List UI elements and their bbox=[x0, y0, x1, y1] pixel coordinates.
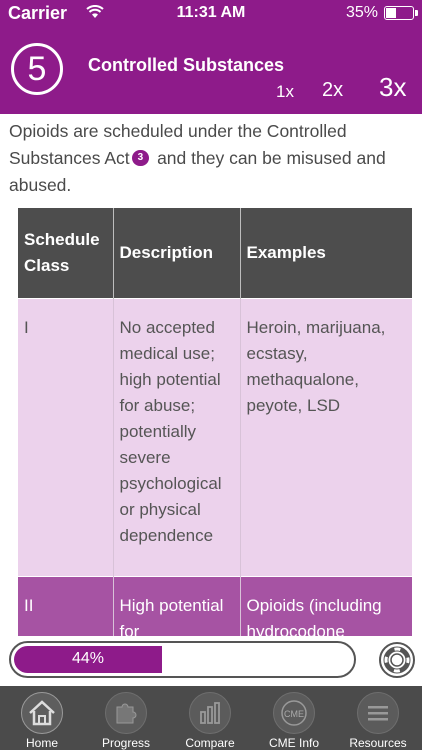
tab-resources[interactable]: Resources bbox=[336, 686, 420, 750]
cell-examples: Heroin, marijuana, ecstasy, methaqualone… bbox=[240, 297, 412, 576]
menu-icon bbox=[357, 692, 399, 734]
cell-examples: Opioids (including hydrocodone bbox=[240, 575, 412, 636]
tab-label: Home bbox=[25, 736, 58, 750]
zoom-1x-button[interactable]: 1x bbox=[276, 82, 294, 102]
tab-label: Compare bbox=[185, 736, 235, 750]
progress-bar: 44% bbox=[9, 641, 356, 678]
svg-text:CME: CME bbox=[284, 709, 304, 719]
cell-schedule-class: II bbox=[18, 575, 114, 636]
tab-cme-info[interactable]: CME CME Info bbox=[252, 686, 336, 750]
table-row: I No accepted medical use; high potentia… bbox=[18, 297, 412, 576]
header-description: Description bbox=[113, 208, 241, 298]
bar-chart-icon bbox=[189, 692, 231, 734]
cell-description: High potential for bbox=[113, 575, 241, 636]
cell-schedule-class: I bbox=[18, 297, 114, 576]
battery-icon bbox=[384, 6, 418, 20]
table-row: II High potential for Opioids (including… bbox=[18, 575, 412, 636]
lesson-header: 5 Controlled Substances 1x 2x 3x bbox=[0, 26, 422, 114]
lesson-number-badge: 5 bbox=[11, 43, 63, 95]
puzzle-icon bbox=[105, 692, 147, 734]
tab-home[interactable]: Home bbox=[0, 686, 84, 750]
help-lifebuoy-icon[interactable] bbox=[378, 641, 416, 679]
schedule-table: Schedule Class Description Examples I No… bbox=[18, 208, 412, 636]
zoom-3x-button[interactable]: 3x bbox=[379, 72, 406, 103]
bottom-tab-bar: Home Progress Compare CME CME Info Resou… bbox=[0, 686, 422, 750]
header-schedule-class: Schedule Class bbox=[18, 208, 114, 298]
intro-paragraph: Opioids are scheduled under the Controll… bbox=[9, 118, 409, 199]
cell-description: No accepted medical use; high potential … bbox=[113, 297, 241, 576]
status-bar: Carrier 11:31 AM 35% bbox=[0, 0, 422, 26]
table-header-row: Schedule Class Description Examples bbox=[18, 208, 412, 298]
page-title: Controlled Substances bbox=[88, 55, 285, 75]
tab-label: Progress bbox=[101, 736, 151, 750]
zoom-2x-button[interactable]: 2x bbox=[322, 79, 343, 102]
tab-compare[interactable]: Compare bbox=[168, 686, 252, 750]
tab-label: CME Info bbox=[268, 736, 319, 750]
progress-area: 44% bbox=[0, 636, 422, 686]
header-examples: Examples bbox=[240, 208, 412, 298]
home-icon bbox=[21, 692, 63, 734]
battery-percentage: 35% bbox=[345, 4, 378, 21]
progress-label: 44% bbox=[71, 650, 105, 667]
reference-badge[interactable]: 3 bbox=[131, 149, 150, 166]
tab-label: Resources bbox=[349, 736, 407, 750]
cme-icon: CME bbox=[273, 692, 315, 734]
lesson-content[interactable]: Opioids are scheduled under the Controll… bbox=[0, 114, 422, 636]
tab-progress[interactable]: Progress bbox=[84, 686, 168, 750]
